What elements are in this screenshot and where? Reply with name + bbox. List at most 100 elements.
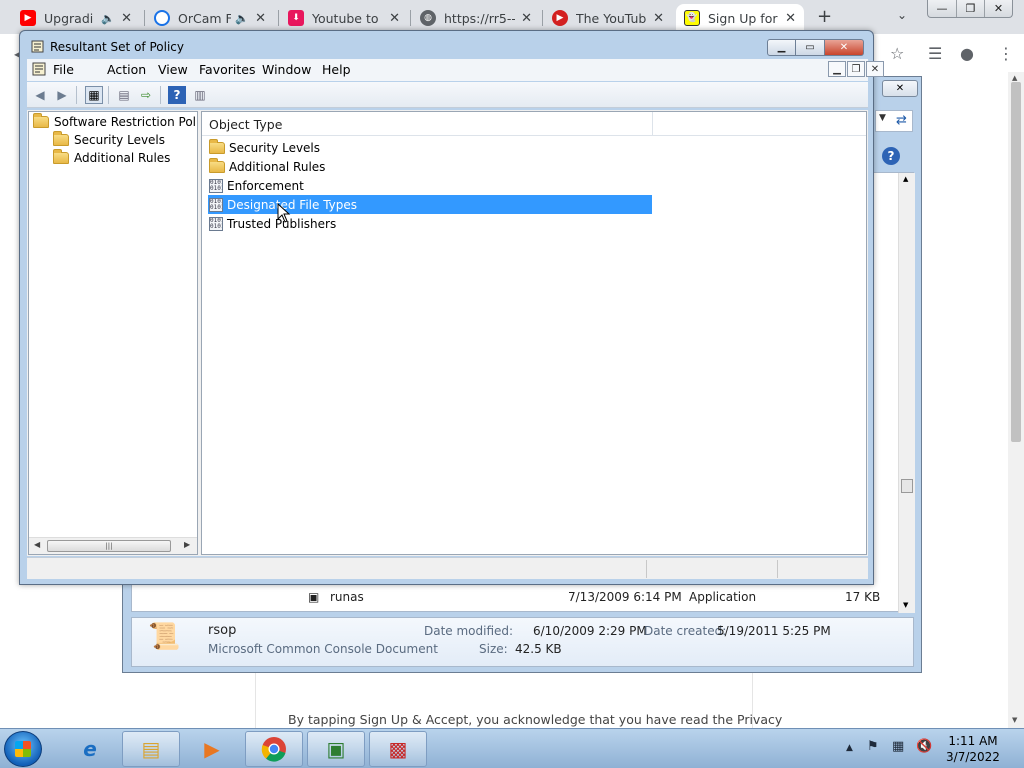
scroll-right-icon[interactable]: ▶ [184,540,190,549]
profile-avatar-icon[interactable]: ● [960,44,974,63]
tree-node-security-levels[interactable]: Security Levels [53,131,165,149]
explorer-close-button[interactable]: ✕ [882,80,918,97]
close-tab-icon[interactable]: ✕ [389,11,400,26]
column-object-type[interactable]: Object Type [209,117,282,132]
mmc-taskbar-button[interactable]: ▣ [307,731,365,767]
scroll-up-icon[interactable]: ▲ [1012,74,1017,82]
column-divider[interactable] [652,112,653,135]
maximize-button[interactable]: ▭ [796,39,825,56]
action-center-flag-icon[interactable]: ⚑ [867,739,879,754]
menu-window[interactable]: Window [262,62,311,77]
volume-muted-icon[interactable]: 🔇 [916,739,932,754]
status-bar [27,557,868,579]
tree-horizontal-scrollbar[interactable]: ◀ ||| ▶ [29,537,197,554]
tree-node-software-restriction-policies[interactable]: Software Restriction Policies [33,113,197,131]
legal-text: By tapping Sign Up & Accept, you acknowl… [288,712,783,727]
close-tab-icon[interactable]: ✕ [255,11,266,26]
scroll-thumb[interactable] [901,479,913,493]
menu-file[interactable]: File [53,62,74,77]
menu-view[interactable]: View [158,62,188,77]
back-arrow-icon[interactable]: ◀ [31,86,49,104]
result-list: Object Type Security Levels Additional R… [201,111,867,555]
scroll-thumb[interactable]: ||| [47,540,171,552]
child-restore-button[interactable]: ❐ [847,61,865,77]
list-item-designated-file-types[interactable]: 01010101 Designated File Types [208,195,652,214]
file-explorer-taskbar-button[interactable]: ▤ [122,731,180,767]
properties-icon[interactable]: ▤ [115,86,133,104]
minimize-button[interactable]: ▁ [767,39,796,56]
close-tab-icon[interactable]: ✕ [121,11,132,26]
maximize-button[interactable]: ❐ [956,0,984,17]
folder-icon [53,131,69,146]
page-scrollbar[interactable]: ▲ ▼ [1008,72,1024,728]
tab-sign-up[interactable]: 👻 Sign Up for S ✕ [676,4,804,32]
media-control-icon[interactable]: ☰ [928,44,942,63]
refresh-icon: ⇄ [896,113,907,128]
child-minimize-button[interactable]: ▁ [828,61,846,77]
globe-icon: ◍ [420,10,436,26]
console-tree: Software Restriction Policies Security L… [28,111,198,555]
toolbox-icon: ▩ [388,737,408,761]
menu-help[interactable]: Help [322,62,351,77]
toolbox-taskbar-button[interactable]: ▩ [369,731,427,767]
show-hide-action-pane-icon[interactable]: ▥ [191,86,209,104]
console-doc-icon: 📜 [148,622,181,652]
window-title-bar[interactable]: Resultant Set of Policy ▁ ▭ ✕ [20,31,873,61]
speaker-icon[interactable]: 🔈 [101,12,115,25]
list-item-additional-rules[interactable]: Additional Rules [208,157,652,176]
list-item-security-levels[interactable]: Security Levels [208,138,652,157]
scroll-thumb[interactable] [1011,82,1021,442]
speaker-icon[interactable]: 🔈 [235,12,249,25]
forward-arrow-icon[interactable]: ▶ [53,86,71,104]
folder-icon [53,149,69,164]
tab-rr5[interactable]: ◍ https://rr5--- ✕ [412,4,540,32]
help-icon[interactable]: ? [882,147,900,165]
tab-the-youtube[interactable]: ▶ The YouTube ✕ [544,4,672,32]
show-hidden-icons[interactable]: ▲ [846,743,853,753]
menu-favorites[interactable]: Favorites [199,62,255,77]
new-tab-button[interactable]: + [817,6,832,27]
system-clock[interactable]: 1:11 AM 3/7/2022 [941,733,1005,765]
explorer-scrollbar[interactable]: ▲ ▼ [898,173,915,613]
console-monitor-icon: ▣ [326,737,346,761]
internet-explorer-icon[interactable]: e [61,731,119,767]
list-header: Object Type [202,112,866,136]
policy-icon: 01010101 [209,197,223,212]
close-tab-icon[interactable]: ✕ [785,11,796,26]
minimize-button[interactable]: — [928,0,956,17]
list-item-enforcement[interactable]: 01010101 Enforcement [208,176,652,195]
tab-youtube-to-mp3[interactable]: ⬇ Youtube to M ✕ [280,4,408,32]
menu-kebab-icon[interactable]: ⋮ [998,44,1014,63]
scroll-up-icon[interactable]: ▲ [903,175,908,183]
tab-search-icon[interactable]: ⌄ [897,8,907,22]
close-tab-icon[interactable]: ✕ [653,11,664,26]
scroll-document-icon [31,40,44,53]
close-tab-icon[interactable]: ✕ [521,11,532,26]
file-row[interactable]: ▣ runas 7/13/2009 6:14 PM Application 17… [132,587,902,607]
list-item-trusted-publishers[interactable]: 01010101 Trusted Publishers [208,214,652,233]
network-icon[interactable]: ▦ [892,739,904,754]
scroll-down-icon[interactable]: ▼ [903,601,908,609]
start-button[interactable] [4,731,42,767]
folder-library-icon: ▤ [141,737,161,761]
export-list-icon[interactable]: ⇨ [137,86,155,104]
scroll-left-icon[interactable]: ◀ [34,540,40,549]
tree-node-additional-rules[interactable]: Additional Rules [53,149,170,167]
explorer-refresh-button[interactable]: ▼ ⇄ [875,110,913,132]
youtube-icon: ▶ [20,10,36,26]
snapchat-icon: 👻 [684,10,700,26]
close-button[interactable]: ✕ [825,39,864,56]
child-close-button[interactable]: ✕ [866,61,884,77]
taskbar: e ▤ ▶ ▣ ▩ ▲ ⚑ ▦ 🔇 1:11 AM 3/7/2022 [0,728,1024,768]
menu-action[interactable]: Action [107,62,146,77]
tab-orcam[interactable]: OrCam F 🔈 ✕ [146,4,274,32]
console-icon[interactable] [32,62,46,76]
help-book-icon[interactable]: ? [168,86,186,104]
chrome-taskbar-button[interactable] [245,731,303,767]
bookmark-star-icon[interactable]: ☆ [890,44,904,63]
show-console-tree-icon[interactable]: ▦ [85,86,103,104]
close-button[interactable]: ✕ [984,0,1012,17]
tab-upgrading[interactable]: ▶ Upgradi 🔈 ✕ [12,4,140,32]
media-player-icon[interactable]: ▶ [183,731,241,767]
scroll-down-icon[interactable]: ▼ [1012,716,1017,724]
